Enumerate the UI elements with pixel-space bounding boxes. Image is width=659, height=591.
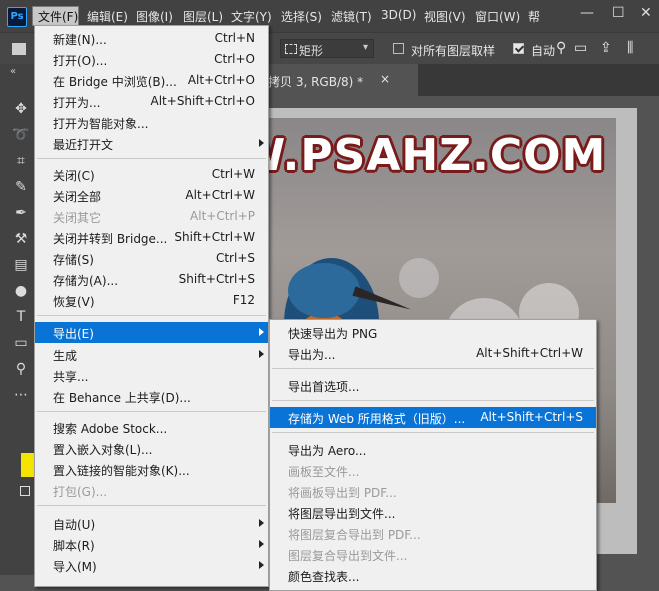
foreground-color-swatch[interactable]	[21, 453, 34, 477]
menu-3d[interactable]: 3D(D)	[381, 8, 416, 22]
menu-item-revert[interactable]: 恢复(V) F12	[35, 290, 268, 311]
menu-window[interactable]: 窗口(W)	[475, 8, 520, 25]
menu-item-share-behance[interactable]: 在 Behance 上共享(D)...	[35, 386, 268, 407]
shape-tool-icon[interactable]: ▭	[12, 334, 30, 352]
menu-item-close-go-bridge[interactable]: 关闭并转到 Bridge... Shift+Ctrl+W	[35, 227, 268, 248]
menu-item-close-others: 关闭其它 Alt+Ctrl+P	[53, 209, 255, 225]
submenu-arrow-icon	[259, 139, 264, 147]
menu-help[interactable]: 帮	[528, 8, 540, 25]
menu-item-share[interactable]: 共享...	[35, 365, 268, 386]
menu-separator	[37, 315, 266, 316]
menu-item-place-embedded[interactable]: 置入嵌入对象(L)...	[35, 438, 268, 459]
menu-item-layers-to-files[interactable]: 将图层导出到文件...	[270, 502, 596, 523]
menu-item-artboards-to-files: 画板至文件...	[288, 465, 360, 479]
brush-tool-icon[interactable]: ✒	[12, 204, 30, 222]
menu-item-new[interactable]: 新建(N)... Ctrl+N	[35, 28, 268, 49]
gradient-tool-icon[interactable]: ▤	[12, 256, 30, 274]
close-icon[interactable]: ×	[380, 72, 390, 86]
menu-filter[interactable]: 滤镜(T)	[331, 8, 372, 25]
menu-item-export-as[interactable]: 导出为... Alt+Shift+Ctrl+W	[270, 343, 596, 364]
menu-separator	[272, 432, 594, 433]
home-icon[interactable]	[12, 43, 26, 55]
menu-item-layer-comps-to-files: 图层复合导出到文件...	[288, 549, 408, 563]
chevron-down-icon: ▾	[362, 42, 368, 53]
menu-select[interactable]: 选择(S)	[281, 8, 322, 25]
menu-item-quick-export-png[interactable]: 快速导出为 PNG	[270, 322, 596, 343]
menu-layer[interactable]: 图层(L)	[183, 8, 223, 25]
menu-separator	[37, 158, 266, 159]
submenu-arrow-icon	[259, 561, 264, 569]
document-tab-title: 拷贝 3, RGB/8) *	[268, 75, 364, 89]
menu-item-import[interactable]: 导入(M)	[35, 555, 268, 576]
menu-item-export[interactable]: 导出(E)	[35, 322, 268, 343]
crop-tool-icon[interactable]: ⌗	[12, 152, 30, 170]
search-icon[interactable]: ⚲	[556, 40, 566, 56]
menu-item-recent[interactable]: 最近打开文	[35, 133, 268, 154]
document-tab[interactable]: 拷贝 3, RGB/8) * ×	[248, 64, 418, 96]
submenu-arrow-icon	[259, 519, 264, 527]
menu-item-search-adobe-stock[interactable]: 搜索 Adobe Stock...	[35, 417, 268, 438]
menu-edit[interactable]: 编辑(E)	[87, 8, 128, 25]
dodge-tool-icon[interactable]: ●	[12, 282, 30, 300]
move-tool-icon[interactable]: ✥	[12, 100, 30, 118]
menu-separator	[272, 400, 594, 401]
zoom-tool-icon[interactable]: ⚲	[12, 360, 30, 378]
default-colors-icon[interactable]	[20, 486, 30, 496]
menu-item-layer-comps-to-pdf: 将图层复合导出到 PDF...	[288, 528, 421, 542]
auto-label: 自动	[531, 44, 556, 58]
menu-item-save-as[interactable]: 存储为(A)... Shift+Ctrl+S	[35, 269, 268, 290]
photoshop-logo: Ps	[7, 7, 27, 27]
menu-item-save-for-web[interactable]: 存储为 Web 所用格式（旧版）... Alt+Shift+Ctrl+S	[270, 407, 596, 428]
menu-item-open-as[interactable]: 打开为... Alt+Shift+Ctrl+O	[35, 91, 268, 112]
menu-item-open-smart-object[interactable]: 打开为智能对象...	[35, 112, 268, 133]
rectangle-frame-icon[interactable]: ▭	[574, 40, 587, 56]
submenu-arrow-icon	[259, 540, 264, 548]
menu-item-package: 打包(G)...	[53, 485, 108, 499]
menu-separator	[37, 505, 266, 506]
marquee-style-select[interactable]: 矩形 ▾	[280, 39, 374, 58]
tools-panel: « ✥ ➰ ⌗ ✎ ✒ ⚒ ▤ ● T ▭ ⚲ ⋯	[0, 64, 34, 575]
type-tool-icon[interactable]: T	[12, 308, 30, 326]
menu-item-place-linked[interactable]: 置入链接的智能对象(K)...	[35, 459, 268, 480]
auto-checkbox[interactable]	[513, 43, 524, 54]
sample-all-layers-checkbox[interactable]	[393, 43, 404, 54]
share-icon[interactable]: ⇪	[600, 40, 612, 56]
export-submenu: 快速导出为 PNG 导出为... Alt+Shift+Ctrl+W 导出首选项..…	[269, 319, 597, 591]
menu-item-close-all[interactable]: 关闭全部 Alt+Ctrl+W	[35, 185, 268, 206]
maximize-icon[interactable]: ☐	[612, 5, 625, 21]
menu-image[interactable]: 图像(I)	[136, 8, 173, 25]
lasso-tool-icon[interactable]: ➰	[12, 126, 30, 144]
bokeh-light	[399, 258, 439, 298]
marquee-style-label: 矩形	[299, 44, 324, 58]
file-menu: 新建(N)... Ctrl+N 打开(O)... Ctrl+O 在 Bridge 中…	[34, 25, 269, 587]
menu-view[interactable]: 视图(V)	[424, 8, 466, 25]
menu-separator	[37, 411, 266, 412]
collapse-icon[interactable]: «	[10, 66, 16, 77]
marquee-icon	[285, 44, 297, 54]
menu-item-color-lookup-tables[interactable]: 颜色查找表...	[270, 565, 596, 586]
align-icon[interactable]: ⫼	[627, 40, 633, 56]
submenu-arrow-icon	[259, 350, 264, 358]
menu-item-automate[interactable]: 自动(U)	[35, 513, 268, 534]
menu-item-export-preferences[interactable]: 导出首选项...	[270, 375, 596, 396]
stamp-tool-icon[interactable]: ⚒	[12, 230, 30, 248]
menu-item-scripts[interactable]: 脚本(R)	[35, 534, 268, 555]
more-tools-icon[interactable]: ⋯	[12, 386, 30, 404]
eyedropper-tool-icon[interactable]: ✎	[12, 178, 30, 196]
close-icon[interactable]: ✕	[640, 5, 652, 21]
menu-item-artboards-to-pdf: 将画板导出到 PDF...	[288, 486, 397, 500]
menu-item-open[interactable]: 打开(O)... Ctrl+O	[35, 49, 268, 70]
menu-file[interactable]: 文件(F)	[38, 8, 78, 25]
sample-all-layers-label: 对所有图层取样	[411, 44, 496, 58]
menu-type[interactable]: 文字(Y)	[231, 8, 272, 25]
menu-item-export-aero[interactable]: 导出为 Aero...	[270, 439, 596, 460]
bird-head	[288, 263, 360, 318]
menu-item-browse-bridge[interactable]: 在 Bridge 中浏览(B)... Alt+Ctrl+O	[35, 70, 268, 91]
menu-item-save[interactable]: 存储(S) Ctrl+S	[35, 248, 268, 269]
submenu-arrow-icon	[259, 328, 264, 336]
menu-item-generate[interactable]: 生成	[35, 344, 268, 365]
menu-item-close[interactable]: 关闭(C) Ctrl+W	[35, 164, 268, 185]
menu-separator	[272, 368, 594, 369]
minimize-icon[interactable]: —	[580, 5, 594, 21]
